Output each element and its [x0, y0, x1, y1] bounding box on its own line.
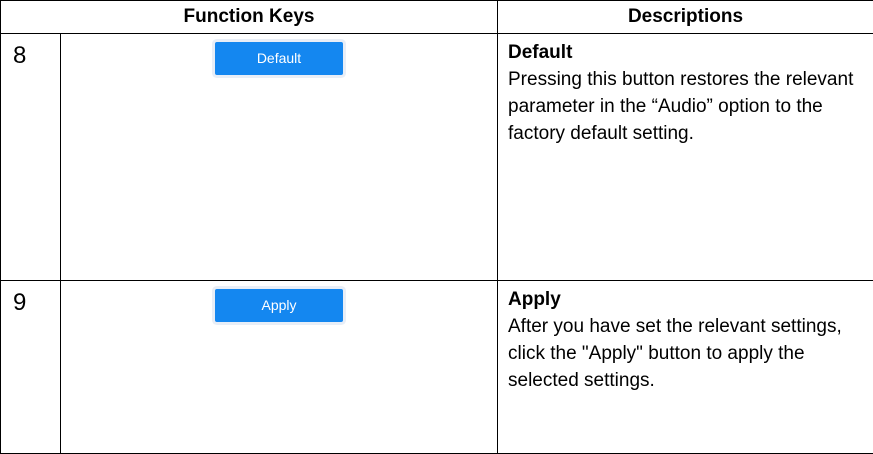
- header-function-keys: Function Keys: [1, 1, 498, 34]
- description-cell: Apply After you have set the relevant se…: [498, 281, 873, 454]
- table-row: 9 Apply Apply After you have set the rel…: [1, 281, 873, 454]
- apply-button[interactable]: Apply: [215, 289, 343, 322]
- description-text: After you have set the relevant settings…: [508, 313, 873, 394]
- row-number: 8: [1, 34, 61, 281]
- row-number: 9: [1, 281, 61, 454]
- default-button[interactable]: Default: [215, 42, 343, 75]
- description-cell: Default Pressing this button restores th…: [498, 34, 873, 281]
- description-text: Pressing this button restores the releva…: [508, 66, 873, 147]
- header-descriptions: Descriptions: [498, 1, 873, 34]
- description-title: Default: [508, 39, 873, 66]
- table-row: 8 Default Default Pressing this button r…: [1, 34, 873, 281]
- function-key-cell: Default: [61, 34, 498, 281]
- function-keys-table: Function Keys Descriptions 8 Default Def…: [0, 0, 873, 454]
- table-header-row: Function Keys Descriptions: [1, 1, 873, 34]
- description-title: Apply: [508, 286, 873, 313]
- function-key-cell: Apply: [61, 281, 498, 454]
